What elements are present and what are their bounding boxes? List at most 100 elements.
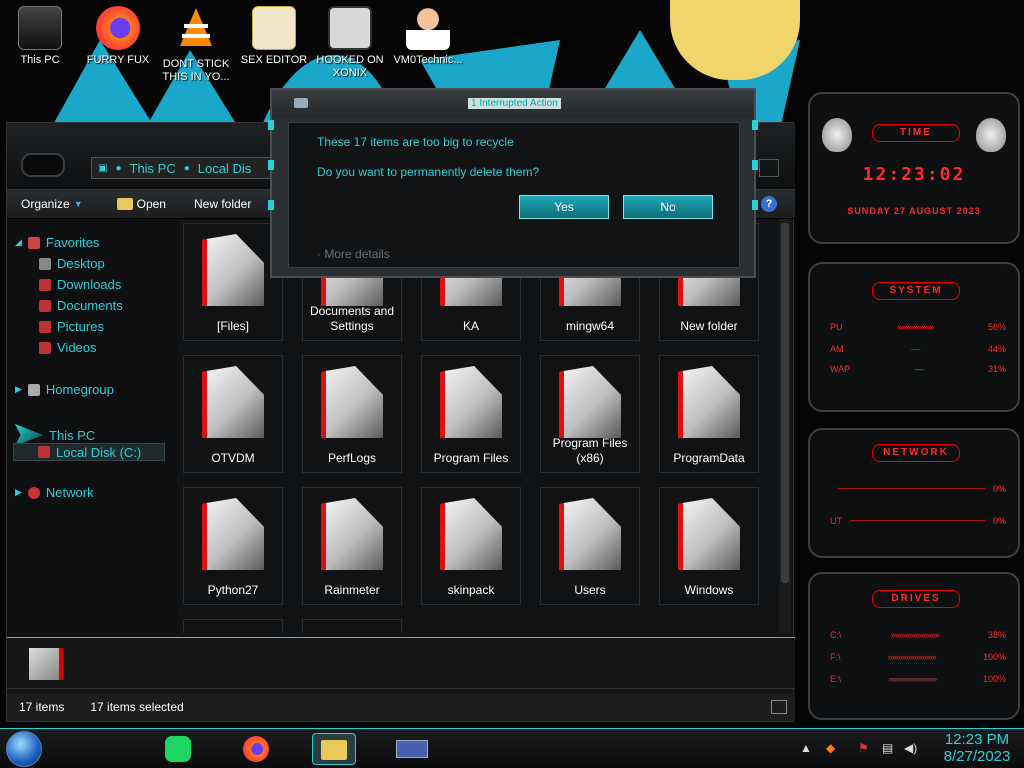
time-readout: 12:23:02 xyxy=(862,164,966,185)
window-icon xyxy=(396,740,428,758)
address-drive-icon: ▣ xyxy=(98,162,108,174)
selected-count: 17 items selected xyxy=(90,700,184,714)
folder-name: PerfLogs xyxy=(327,451,377,465)
taskbar-spotify-button[interactable] xyxy=(162,733,196,765)
start-button[interactable] xyxy=(6,731,42,767)
delete-confirmation-dialog: 1 Interrupted Action These 17 items are … xyxy=(268,88,758,278)
folder-tile[interactable] xyxy=(302,619,402,633)
folder-tile[interactable]: Program Files (x86) xyxy=(540,355,640,473)
vertical-scrollbar[interactable] xyxy=(779,219,791,633)
taskbar-dialog-button[interactable] xyxy=(388,733,438,765)
folder-name: Windows xyxy=(684,583,734,597)
folder-tile[interactable]: Users xyxy=(540,487,640,605)
folder-tile[interactable]: Rainmeter xyxy=(302,487,402,605)
cpu-meter: »»»»»»»»» xyxy=(897,322,934,332)
scrollbar-thumb[interactable] xyxy=(781,223,789,583)
breadcrumb-local-disk[interactable]: Local Dis xyxy=(198,161,251,176)
folder-name: Program Files (x86) xyxy=(552,436,628,465)
nav-local-disk[interactable]: Local Disk (C:) xyxy=(13,443,165,461)
organize-button[interactable]: Organize ▼ xyxy=(21,197,83,211)
nav-videos[interactable]: Videos xyxy=(39,340,97,355)
folder-tile[interactable]: PerfLogs xyxy=(302,355,402,473)
desktop-icon-this-pc[interactable]: This PC xyxy=(2,6,78,67)
show-hidden-icons-icon[interactable]: ▲ xyxy=(800,741,814,755)
folder-tile[interactable]: Python27 xyxy=(183,487,283,605)
folder-name: [Files] xyxy=(216,319,249,333)
videos-icon xyxy=(39,341,51,354)
nav-downloads[interactable]: Downloads xyxy=(39,277,121,292)
drive-e-row: E:\ »»»»»»»»»»»» 100% xyxy=(830,674,1006,684)
vlc-icon xyxy=(180,8,212,46)
nav-pictures[interactable]: Pictures xyxy=(39,319,104,334)
nav-favorites[interactable]: ◢ Favorites xyxy=(15,235,99,250)
folder-icon xyxy=(321,498,383,570)
clock-time: 12:23 PM xyxy=(944,731,1010,748)
nav-homegroup[interactable]: ▶ Homegroup xyxy=(15,382,114,397)
ram-graph-icon: — xyxy=(911,344,921,354)
new-folder-button[interactable]: New folder xyxy=(194,197,251,211)
folder-icon xyxy=(678,366,740,438)
open-button[interactable]: Open xyxy=(116,197,166,211)
pictures-icon xyxy=(39,320,51,333)
nav-network[interactable]: ▶ Network xyxy=(15,485,94,500)
address-bar[interactable]: ▣ ● This PC ● Local Dis xyxy=(91,157,281,179)
file-operation-icon xyxy=(294,98,308,108)
selection-thumbnail xyxy=(29,648,63,680)
more-details-toggle[interactable]: · More details xyxy=(317,247,390,261)
search-box[interactable] xyxy=(759,159,779,177)
network-tray-icon[interactable]: ▤ xyxy=(882,741,896,755)
back-forward-icon[interactable] xyxy=(21,153,65,177)
desktop-icon-dont-stick[interactable]: DONT STICK THIS IN YO... xyxy=(158,6,234,84)
xonix-icon xyxy=(328,6,372,50)
folder-name: Rainmeter xyxy=(324,583,380,597)
flag-icon[interactable]: ⚑ xyxy=(858,741,872,755)
drives-title: DRIVES xyxy=(872,590,960,608)
taskbar-explorer-button[interactable] xyxy=(312,733,356,765)
folder-icon xyxy=(321,740,347,760)
folder-tile[interactable] xyxy=(183,619,283,633)
folder-icon xyxy=(678,498,740,570)
breadcrumb-separator-icon: ● xyxy=(115,162,122,174)
desktop-icon-furry-fux[interactable]: FURRY FUX xyxy=(80,6,156,67)
network-out-row: UT 0% xyxy=(830,516,1006,526)
folder-name: Python27 xyxy=(207,583,259,597)
folder-tile[interactable]: skinpack xyxy=(421,487,521,605)
no-button[interactable]: No xyxy=(623,195,713,219)
desktop-icon-vm0technic[interactable]: VM0Technic... xyxy=(390,6,466,67)
folder-tile[interactable]: Program Files xyxy=(421,355,521,473)
folder-icon xyxy=(321,366,383,438)
folder-tile[interactable]: Windows xyxy=(659,487,759,605)
details-pane xyxy=(7,637,795,689)
documents-icon xyxy=(39,299,51,312)
desktop-icon xyxy=(39,257,51,270)
taskbar-clock[interactable]: 12:23 PM 8/27/2023 xyxy=(932,731,1022,765)
folder-open-icon xyxy=(116,198,133,210)
favorites-icon xyxy=(27,236,40,249)
navigation-pane: ◢ Favorites Desktop Downloads Documents … xyxy=(7,219,177,633)
folder-tile[interactable]: ProgramData xyxy=(659,355,759,473)
swap-graph-icon: — xyxy=(914,364,924,374)
frame-led xyxy=(268,200,274,210)
yes-button[interactable]: Yes xyxy=(519,195,609,219)
desktop-icon-sex-editor[interactable]: SEX EDITOR xyxy=(236,6,312,67)
network-out-graph xyxy=(850,520,985,521)
nav-documents[interactable]: Documents xyxy=(39,298,123,313)
nav-desktop[interactable]: Desktop xyxy=(39,256,105,271)
desktop-icon-hooked-on-xonix[interactable]: HOOKED ON XONIX xyxy=(312,6,388,80)
date-readout: SUNDAY 27 AUGUST 2023 xyxy=(847,206,981,216)
status-bar: 17 items 17 items selected xyxy=(7,693,795,721)
view-toggle-icon[interactable] xyxy=(771,700,787,714)
folder-icon xyxy=(440,498,502,570)
expand-arrow-icon: ◢ xyxy=(15,237,22,247)
app-tray-icon[interactable]: ◆ xyxy=(826,741,840,755)
spotify-icon xyxy=(165,736,191,762)
folder-icon xyxy=(559,498,621,570)
folder-icon xyxy=(559,366,621,438)
volume-icon[interactable]: ◀) xyxy=(904,741,918,755)
help-icon[interactable]: ? xyxy=(761,196,777,212)
taskbar-firefox-button[interactable] xyxy=(240,733,274,765)
folder-tile[interactable]: OTVDM xyxy=(183,355,283,473)
breadcrumb-this-pc[interactable]: This PC xyxy=(130,161,176,176)
frame-led xyxy=(752,160,758,170)
folder-tile[interactable]: [Files] xyxy=(183,223,283,341)
